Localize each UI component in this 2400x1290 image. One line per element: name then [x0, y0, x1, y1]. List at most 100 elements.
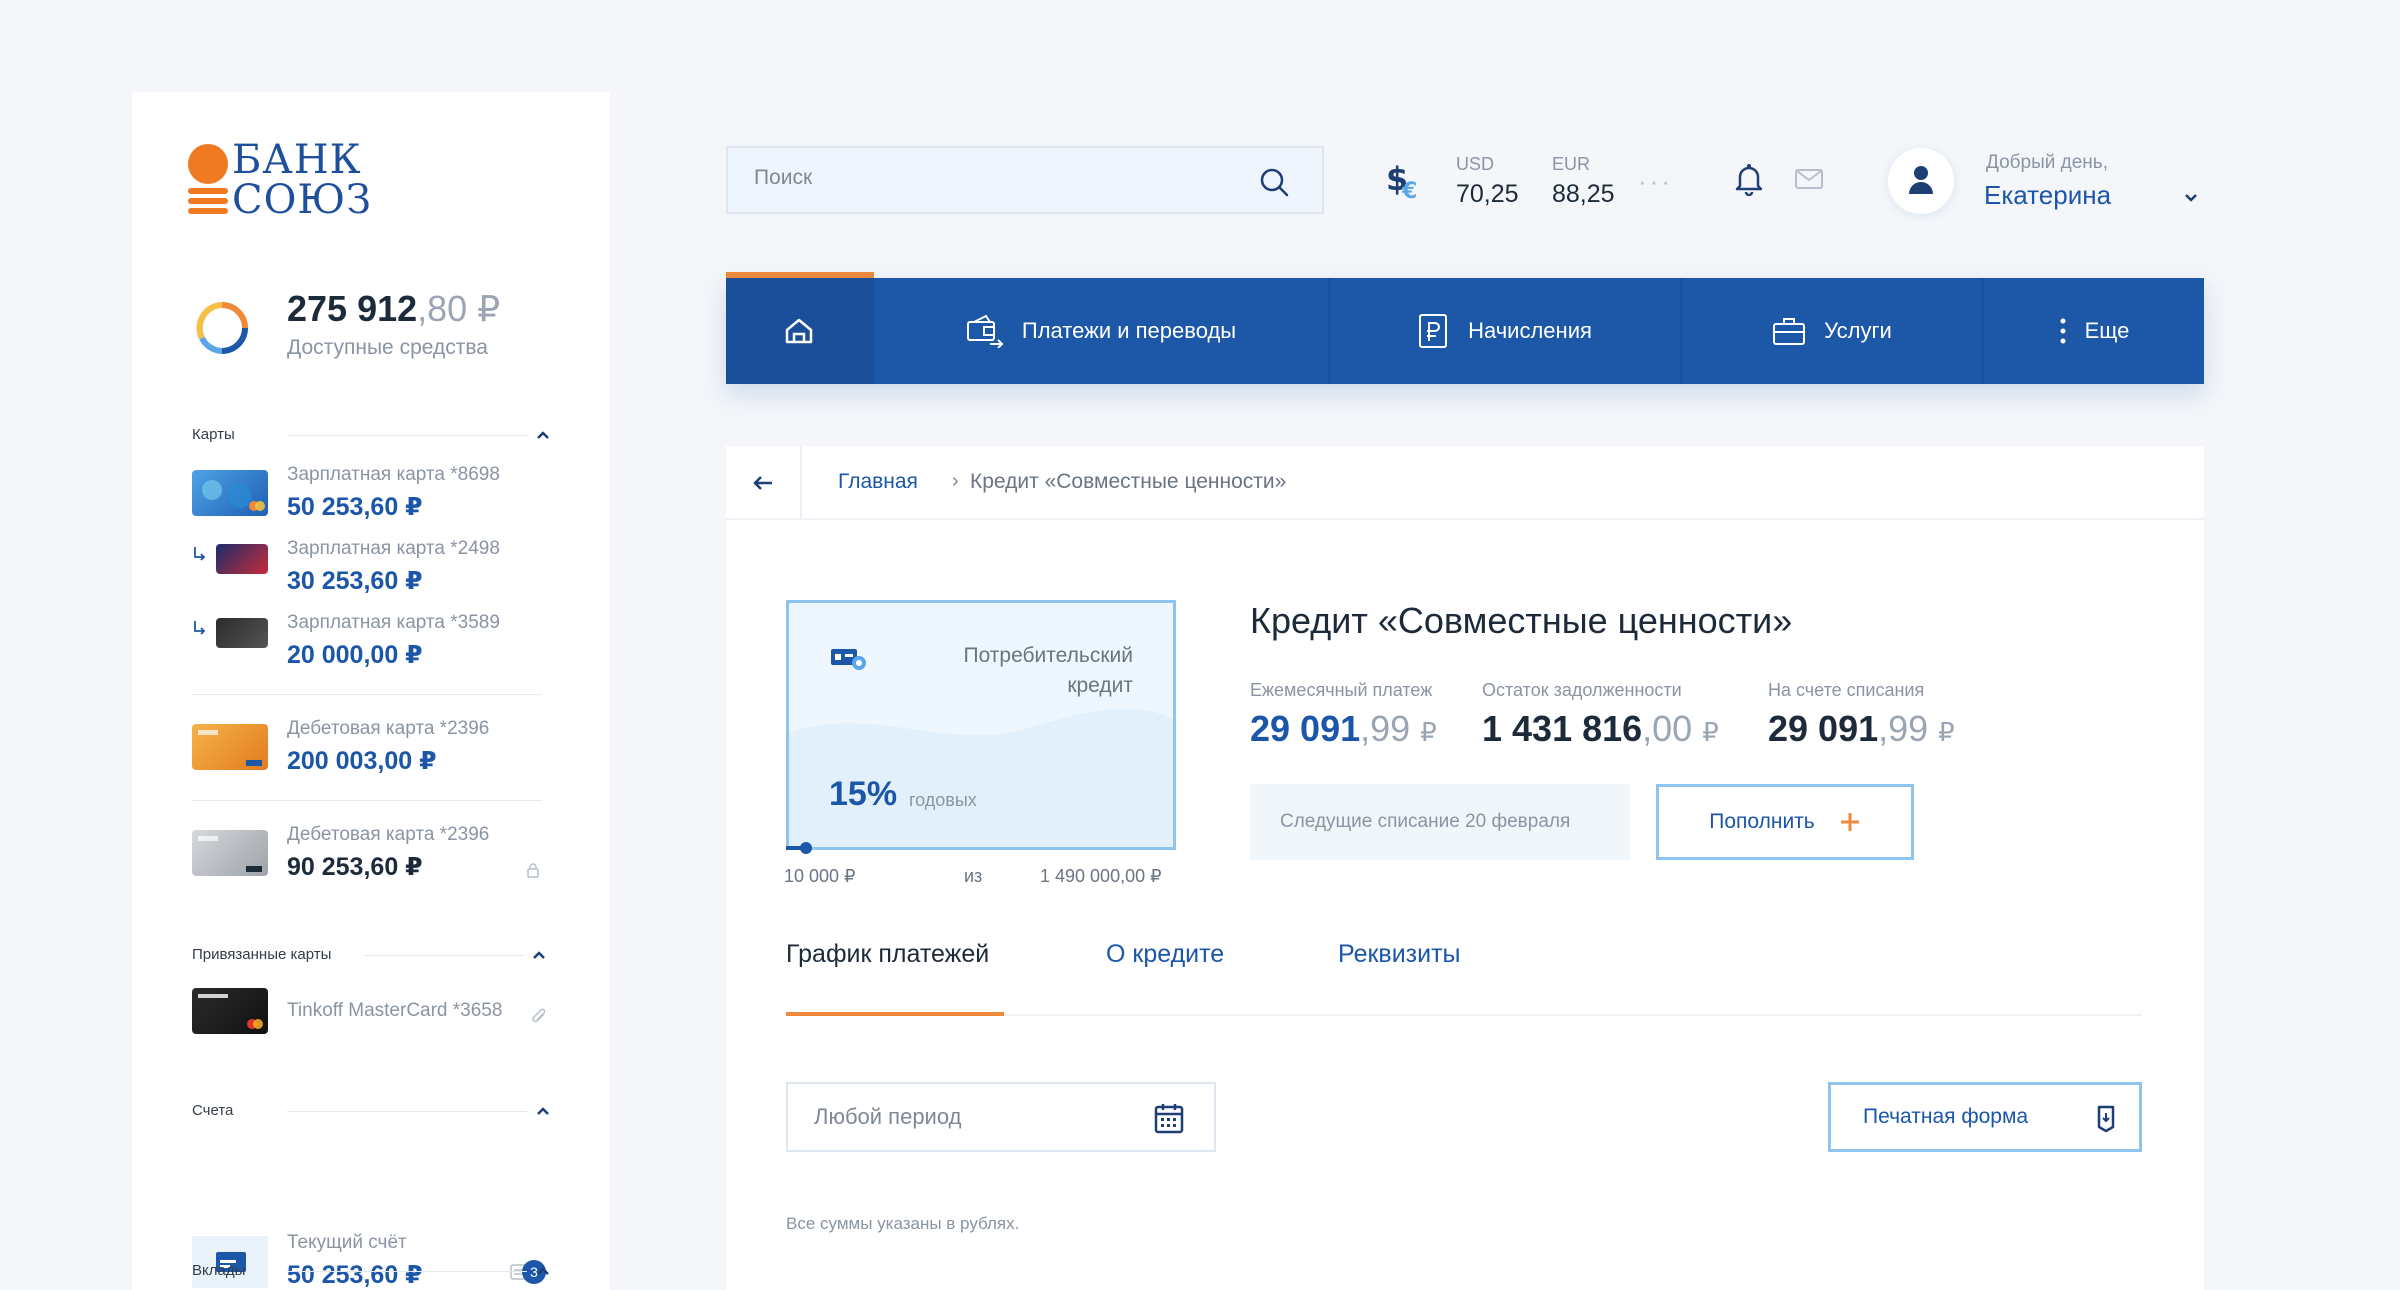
card-thumbnail[interactable] [192, 988, 268, 1034]
nav-home[interactable] [726, 278, 874, 384]
collapse-deposits-chevron-icon[interactable] [536, 1266, 550, 1276]
mail-icon[interactable] [1794, 168, 1824, 190]
divider [192, 800, 542, 801]
card-amount[interactable]: 50 253,60 ₽ [287, 492, 423, 522]
linked-card-name[interactable]: Tinkoff MasterCard *3658 [287, 1000, 502, 1022]
lock-icon [527, 863, 539, 878]
avatar[interactable] [1888, 148, 1954, 214]
bell-icon[interactable] [1734, 162, 1764, 196]
sidebar: БАНК СОЮЗ 275 912,80 ₽ Доступные средств… [132, 92, 610, 1290]
card-thumbnail[interactable] [192, 830, 268, 876]
bank-logo-text: БАНК СОЮЗ [232, 137, 373, 223]
paperclip-icon [532, 1008, 546, 1023]
more-rates-button[interactable]: ··· [1638, 166, 1673, 197]
divider [287, 435, 527, 436]
loan-progress-knob [800, 842, 812, 854]
currency-exchange-icon: $ € [1386, 160, 1417, 204]
plus-icon [1840, 813, 1859, 831]
nav-payments-label: Платежи и переводы [1021, 318, 1237, 343]
collapse-linked-cards-chevron-icon[interactable] [532, 950, 546, 960]
collapse-cards-chevron-icon[interactable] [536, 430, 550, 440]
back-arrow-icon[interactable] [752, 474, 774, 492]
divider [287, 1111, 527, 1112]
active-tab-indicator [786, 1012, 1004, 1016]
loan-rate-label: годовых [909, 790, 977, 810]
print-document-icon [2097, 1105, 2115, 1133]
breadcrumb: Главная › Кредит «Совместные ценности» [726, 446, 2204, 520]
nav-more[interactable]: Еще [1984, 278, 2204, 384]
wallet-transfer-icon [966, 314, 1004, 348]
eur-label: EUR [1552, 154, 1591, 174]
monthly-payment-label: Ежемесячный платеж [1250, 680, 1433, 700]
next-debit-info: Следущие списание 20 февраля [1250, 784, 1630, 860]
calendar-icon[interactable] [1154, 1102, 1184, 1134]
nav-accruals-label: Начисления [1468, 318, 1592, 343]
sub-card-arrow-icon [194, 547, 206, 561]
account-name: Текущий счёт [287, 1232, 407, 1253]
amounts-note: Все суммы указаны в рублях. [786, 1214, 1020, 1233]
loan-type: Потребительский кредит [963, 644, 1133, 697]
tab-about-loan[interactable]: О кредите [1106, 940, 1224, 969]
card-name: Зарплатная карта *2498 [287, 538, 500, 559]
card-amount[interactable]: 30 253,60 ₽ [287, 566, 423, 596]
card-name: Дебетовая карта *2396 [287, 824, 490, 845]
period-picker[interactable] [786, 1082, 1216, 1152]
loan-of: из [964, 866, 983, 886]
briefcase-icon [1773, 318, 1806, 345]
cards-section-title: Карты [192, 426, 235, 443]
breadcrumb-separator: › [952, 470, 959, 492]
nav-services[interactable]: Услуги [1682, 278, 1984, 384]
content-panel: Главная › Кредит «Совместные ценности» П… [726, 446, 2204, 1290]
nav-services-label: Услуги [1824, 318, 1892, 343]
card-amount[interactable]: 90 253,60 ₽ [287, 852, 423, 882]
card-thumbnail[interactable] [192, 470, 268, 516]
account-amount[interactable]: 50 253,60 ₽ [287, 1260, 423, 1290]
collapse-accounts-chevron-icon[interactable] [536, 1106, 550, 1116]
breadcrumb-current: Кредит «Совместные ценности» [970, 470, 1287, 493]
card-thumbnail[interactable] [192, 724, 268, 770]
usd-label: USD [1456, 154, 1495, 174]
loan-min: 10 000 ₽ [784, 866, 856, 886]
divider [287, 1271, 527, 1272]
loan-title: Кредит «Совместные ценности» [1250, 600, 1793, 641]
search-input[interactable] [754, 166, 1234, 190]
loan-max: 1 490 000,00 ₽ [1040, 866, 1162, 886]
card-amount[interactable]: 20 000,00 ₽ [287, 640, 423, 670]
divider [800, 446, 802, 520]
nav-more-label: Еще [2084, 318, 2130, 343]
loan-card: Потребительский кредит 15% годовых [786, 600, 1176, 850]
divider [364, 955, 524, 956]
vertical-dots-icon [2060, 318, 2066, 344]
search-box[interactable] [726, 146, 1324, 214]
tab-payment-schedule[interactable]: График платежей [786, 940, 989, 969]
available-balance-label: Доступные средства [287, 336, 488, 359]
chevron-down-icon[interactable] [2184, 192, 2198, 202]
breadcrumb-home-link[interactable]: Главная [838, 470, 918, 494]
divider [192, 694, 542, 695]
tab-requisites[interactable]: Реквизиты [1338, 940, 1461, 969]
debt-remaining-value: 1 431 816,00 ₽ [1482, 708, 1719, 749]
usd-rate: 70,25 [1456, 180, 1519, 208]
card-thumbnail[interactable] [216, 544, 268, 574]
monthly-payment-value: 29 091,99 ₽ [1250, 708, 1437, 749]
main-nav: Платежи и переводы Начисления Услуги Еще [726, 278, 2204, 384]
search-icon[interactable] [1258, 166, 1290, 198]
print-form-button[interactable]: Печатная форма [1828, 1082, 2142, 1152]
accounts-section-title: Счета [192, 1102, 234, 1119]
topup-button[interactable]: Пополнить [1656, 784, 1914, 860]
nav-payments[interactable]: Платежи и переводы [874, 278, 1330, 384]
card-thumbnail[interactable] [216, 618, 268, 648]
deposits-section-title: Вклады [192, 1262, 246, 1279]
debit-account-label: На счете списания [1768, 680, 1925, 700]
period-input[interactable] [814, 1104, 1134, 1130]
svg-text:€: € [1401, 179, 1417, 204]
linked-cards-section-title: Привязанные карты [192, 946, 332, 963]
card-name: Дебетовая карта *2396 [287, 718, 490, 739]
credit-card-money-icon [831, 649, 866, 670]
eur-rate: 88,25 [1552, 180, 1615, 208]
nav-accruals[interactable]: Начисления [1330, 278, 1682, 384]
user-icon [1909, 166, 1933, 194]
print-form-button-label: Печатная форма [1863, 1105, 2029, 1128]
card-amount[interactable]: 200 003,00 ₽ [287, 746, 436, 776]
user-name[interactable]: Екатерина [1984, 180, 2111, 211]
